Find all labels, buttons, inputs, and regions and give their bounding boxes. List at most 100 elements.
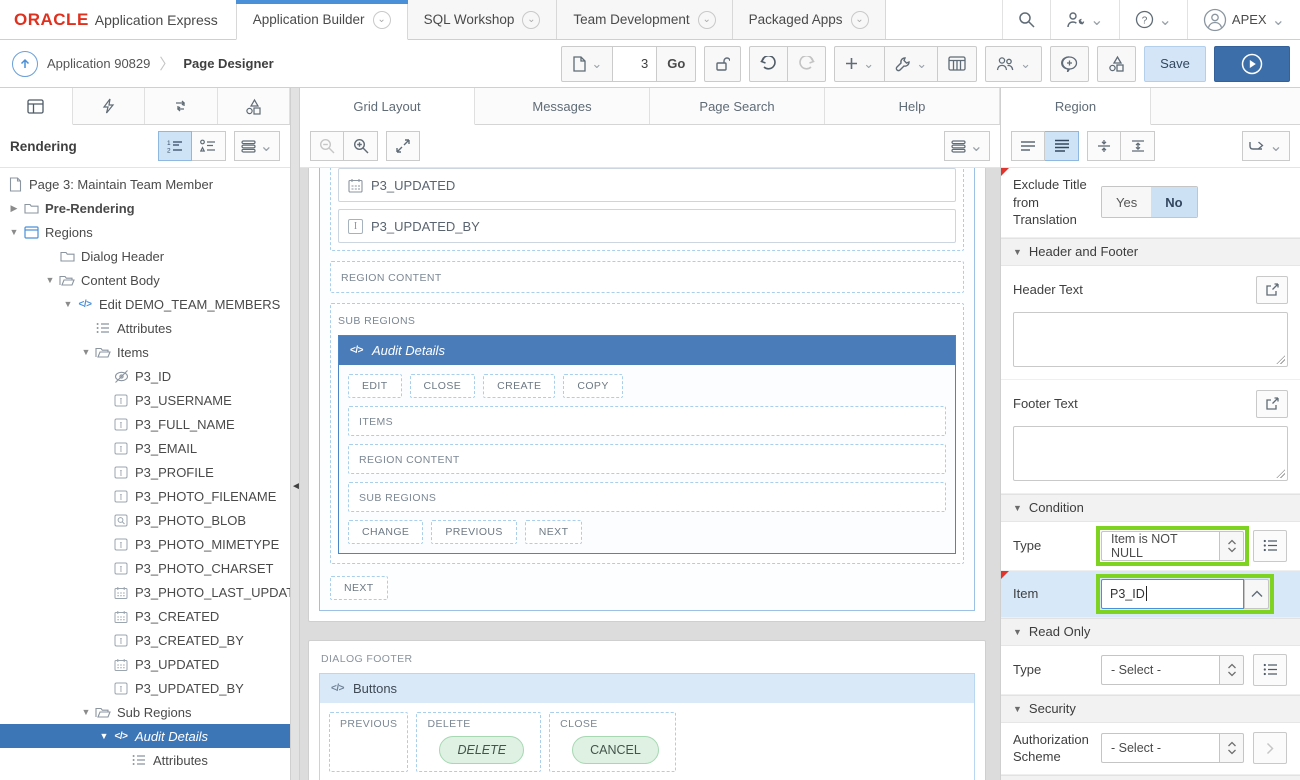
tree-item-attributes[interactable]: Attributes <box>0 748 290 772</box>
buttons-region[interactable]: </> Buttons PREVIOUS DELETE DELETE CLOSE CAN… <box>319 673 975 780</box>
slot-button-next[interactable]: NEXT <box>524 520 583 544</box>
section-header-configuration[interactable]: ▼Configuration <box>1001 774 1300 780</box>
user-account-menu-button[interactable]: APEX ⌄ <box>1186 0 1300 39</box>
center-tab-grid-layout[interactable]: Grid Layout <box>300 88 475 125</box>
global-search-button[interactable] <box>1002 0 1050 39</box>
create-menu-button[interactable]: ⌄ <box>834 45 886 82</box>
order-by-sequence-button[interactable]: 12 <box>157 131 192 161</box>
page-number-field[interactable]: 3 <box>613 45 658 82</box>
breadcrumb-application[interactable]: Application 90829 <box>47 56 150 71</box>
layout-columns-button[interactable] <box>938 45 978 82</box>
display-options-button[interactable]: ⌄ <box>943 131 990 161</box>
button-slot-previous[interactable]: PREVIOUS <box>329 712 409 772</box>
nav-tab-application-builder[interactable]: Application Builder ⌄ <box>235 0 408 40</box>
authorization-scheme-select[interactable]: - Select - <box>1101 733 1219 764</box>
help-menu-button[interactable]: ? ⌄ <box>1118 0 1187 39</box>
redo-button[interactable] <box>788 45 827 82</box>
tree-item-p3-email[interactable]: I P3_EMAIL <box>0 436 290 460</box>
nav-tab-team-development[interactable]: Team Development ⌄ <box>557 0 733 39</box>
toggle-option-yes[interactable]: Yes <box>1102 187 1152 218</box>
go-button[interactable]: Go <box>657 45 697 82</box>
select-spinner-button[interactable] <box>1219 733 1244 764</box>
delete-button[interactable]: DELETE <box>439 736 525 764</box>
placeholder-items[interactable]: ITEMS <box>348 406 946 436</box>
collapse-all-button[interactable] <box>1087 131 1121 161</box>
tab-region[interactable]: Region <box>1001 88 1151 125</box>
order-by-type-button[interactable] <box>191 131 226 161</box>
slot-button-close[interactable]: CLOSE <box>409 374 476 398</box>
type-select[interactable]: - Select - <box>1101 654 1219 685</box>
zoom-out-button[interactable] <box>310 131 344 161</box>
tree-item-attributes[interactable]: Attributes <box>0 316 290 340</box>
field-p3-updated[interactable]: P3_UPDATED <box>338 168 956 202</box>
tree-item-regions[interactable]: ▼ Regions <box>0 220 290 244</box>
button-slot-close[interactable]: CLOSE CANCEL <box>549 712 676 772</box>
collapse-lov-button[interactable] <box>1244 578 1269 609</box>
section-header-security[interactable]: ▼ Security <box>1001 694 1300 723</box>
tree-item-items[interactable]: ▼ Items <box>0 340 290 364</box>
toggle-option-no[interactable]: No <box>1151 187 1197 218</box>
tree-expand-arrow[interactable]: ▼ <box>42 275 58 285</box>
expand-all-button[interactable] <box>1121 131 1155 161</box>
tree-item-p3-profile[interactable]: I P3_PROFILE <box>0 460 290 484</box>
section-header-header-and-footer[interactable]: ▼ Header and Footer <box>1001 237 1300 266</box>
slot-button-create[interactable]: CREATE <box>483 374 556 398</box>
tree-expand-arrow[interactable]: ▼ <box>78 347 94 357</box>
center-tab-page-search[interactable]: Page Search <box>650 88 825 124</box>
center-tab-help[interactable]: Help <box>825 88 1000 124</box>
tree-expand-arrow[interactable]: ▼ <box>6 227 22 237</box>
tab-dynamic-actions[interactable] <box>72 88 145 124</box>
center-tab-messages[interactable]: Messages <box>475 88 650 124</box>
header-text-textarea[interactable] <box>1013 311 1288 367</box>
slot-button-previous[interactable]: PREVIOUS <box>431 520 517 544</box>
tree-item-p3-photo-last-updated[interactable]: P3_PHOTO_LAST_UPDATED <box>0 580 290 604</box>
tree-item-p3-id[interactable]: P3_ID <box>0 364 290 388</box>
tree-item-edit-demo-team-members[interactable]: ▼ </> Edit DEMO_TEAM_MEMBERS <box>0 292 290 316</box>
tree-expand-arrow[interactable]: ▼ <box>96 731 112 741</box>
slot-button-change[interactable]: CHANGE <box>348 520 424 544</box>
placeholder-sub-regions[interactable]: SUB REGIONS <box>348 482 946 512</box>
tree-item-p3-updated-by[interactable]: I P3_UPDATED_BY <box>0 676 290 700</box>
nav-tab-sql-workshop[interactable]: SQL Workshop ⌄ <box>407 0 558 39</box>
field-p3-updated-by[interactable]: I P3_UPDATED_BY <box>338 209 956 243</box>
tree-item-p3-full-name[interactable]: I P3_FULL_NAME <box>0 412 290 436</box>
left-splitter[interactable]: ◄ <box>290 88 301 780</box>
next-button-slot[interactable]: NEXT <box>330 576 388 600</box>
audit-details-header[interactable]: </> Audit Details <box>339 336 955 365</box>
section-header-read-only[interactable]: ▼ Read Only <box>1001 617 1300 646</box>
region-content-placeholder[interactable]: REGION CONTENT <box>330 261 964 293</box>
tree-item-p3-username[interactable]: I P3_USERNAME <box>0 388 290 412</box>
type-select[interactable]: Item is NOT NULL <box>1101 530 1219 561</box>
sub-regions-container[interactable]: SUB REGIONS </> Audit Details EDIT CLOSE C… <box>330 303 964 564</box>
tree-expand-arrow[interactable]: ▶ <box>6 203 22 214</box>
nav-tab-packaged-apps[interactable]: Packaged Apps ⌄ <box>732 0 886 39</box>
lock-page-button[interactable] <box>704 45 742 82</box>
show-all-button[interactable] <box>1045 131 1079 161</box>
tree-item-p3-photo-filename[interactable]: I P3_PHOTO_FILENAME <box>0 484 290 508</box>
tree-item-p3-created[interactable]: P3_CREATED <box>0 604 290 628</box>
open-code-editor-button[interactable] <box>1256 389 1288 418</box>
tree-item-audit-details[interactable]: ▼ </> Audit Details <box>0 724 290 748</box>
rendering-menu-button[interactable]: ⌄ <box>233 131 280 161</box>
buttons-region-header[interactable]: </> Buttons <box>320 674 974 703</box>
collapse-left-icon[interactable]: ◄ <box>291 481 301 492</box>
tree-item-dialog-header[interactable]: Dialog Header <box>0 244 290 268</box>
select-spinner-button[interactable] <box>1219 654 1244 685</box>
tree-item-p3-created-by[interactable]: I P3_CREATED_BY <box>0 628 290 652</box>
tree-item-content-body[interactable]: ▼ Content Body <box>0 268 290 292</box>
open-list-of-values-button[interactable] <box>1253 653 1287 686</box>
show-common-button[interactable] <box>1011 131 1045 161</box>
tree-item-page-3-maintain-team-member[interactable]: Page 3: Maintain Team Member <box>0 172 290 196</box>
zoom-in-button[interactable] <box>344 131 378 161</box>
select-spinner-button[interactable] <box>1219 530 1244 561</box>
edit-demo-team-members-region[interactable]: P3_UPDATED I P3_UPDATED_BY REGION CONTEN… <box>319 168 975 611</box>
team-development-button[interactable] <box>1097 45 1136 82</box>
button-slot-delete[interactable]: DELETE DELETE <box>416 712 542 772</box>
expand-canvas-button[interactable] <box>386 131 420 161</box>
footer-text-textarea[interactable] <box>1013 425 1288 481</box>
tree-item-pre-rendering[interactable]: ▶ Pre-Rendering <box>0 196 290 220</box>
slot-button-copy[interactable]: COPY <box>563 374 623 398</box>
utilities-menu-button[interactable]: ⌄ <box>885 45 939 82</box>
tree-item-sub-regions[interactable]: ▼ Sub Regions <box>0 700 290 724</box>
tree-item-p3-photo-blob[interactable]: P3_PHOTO_BLOB <box>0 508 290 532</box>
